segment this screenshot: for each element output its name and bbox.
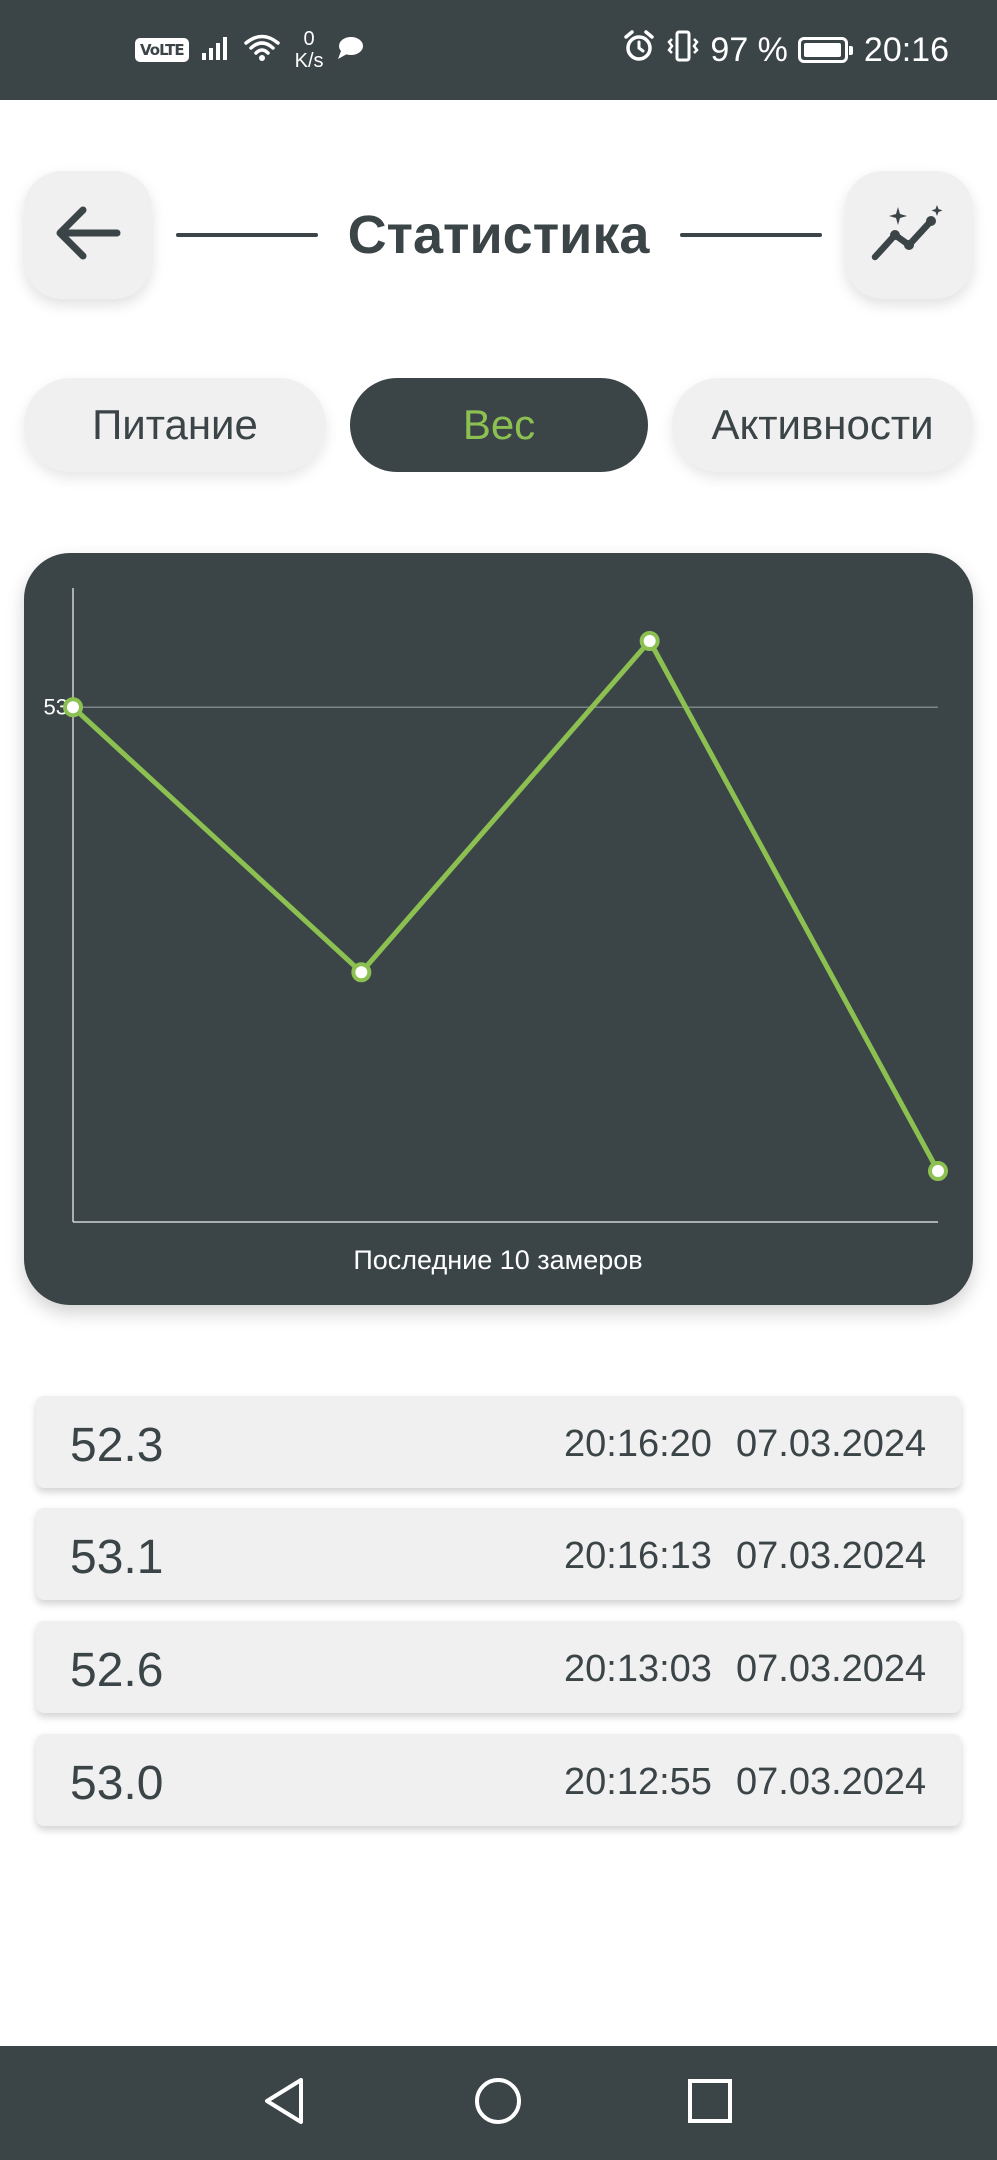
weight-record-row[interactable]: 53.0 20:12:55 07.03.2024 [36,1734,961,1826]
status-bar-right: 97 % 20:16 [622,0,949,100]
record-time: 20:16:20 [564,1423,712,1465]
record-weight: 52.6 [70,1644,164,1697]
weight-chart: 53 Последние 10 замеров [44,588,948,1275]
record-weight: 52.3 [70,1419,164,1472]
title-divider-left [176,233,318,237]
record-date: 07.03.2024 [736,1423,927,1465]
data-point[interactable] [63,697,83,718]
data-point[interactable] [639,631,660,651]
data-point[interactable] [928,1161,948,1181]
weight-chart-card: 53 Последние 10 замеров [24,553,973,1305]
tab-weight[interactable]: Вес [350,378,648,472]
title-divider-right [680,233,822,237]
record-date: 07.03.2024 [736,1761,927,1803]
net-speed-unit: K/s [294,50,324,72]
signal-icon [201,35,231,66]
wifi-icon [243,33,281,68]
record-weight: 53.1 [70,1531,164,1584]
arrow-left-icon [55,205,121,266]
record-time: 20:13:03 [564,1648,712,1690]
weight-series-line [71,638,941,1173]
alarm-icon [622,29,656,72]
back-button[interactable] [24,171,152,299]
data-point[interactable] [351,962,372,983]
nav-recents-square-icon [687,2078,733,2129]
weight-record-row[interactable]: 53.1 20:16:13 07.03.2024 [36,1508,961,1600]
record-weight: 53.0 [70,1757,164,1810]
weight-record-row[interactable]: 52.3 20:16:20 07.03.2024 [36,1396,961,1488]
record-date: 07.03.2024 [736,1648,927,1690]
analytics-button[interactable] [845,171,973,299]
battery-percent: 97 % [710,30,788,69]
page-title: Статистика [347,205,650,265]
system-nav-bar [0,2046,997,2160]
status-bar-left: VoLTE 0 K/s [135,0,364,100]
nav-recents-button[interactable] [680,2073,740,2133]
status-time: 20:16 [863,30,949,69]
tab-nutrition[interactable]: Питание [24,378,326,472]
record-date: 07.03.2024 [736,1535,927,1577]
x-axis-label: Последние 10 замеров [353,1245,642,1275]
status-bar: VoLTE 0 K/s 97 % 20:16 [0,0,997,100]
record-time: 20:12:55 [564,1761,712,1803]
battery-icon [797,37,853,63]
record-time: 20:16:13 [564,1535,712,1577]
battery-level [803,43,841,57]
message-icon [336,35,364,66]
nav-back-button[interactable] [254,2073,314,2133]
nav-home-circle-icon [473,2076,523,2131]
sparkle-chart-icon [871,203,947,268]
nav-home-button[interactable] [468,2073,528,2133]
tab-activities[interactable]: Активности [672,378,973,472]
nav-back-triangle-icon [261,2076,307,2131]
vibrate-icon [666,29,700,72]
weight-record-row[interactable]: 52.6 20:13:03 07.03.2024 [36,1621,961,1713]
net-speed-value: 0 [303,28,315,50]
volte-icon: VoLTE [135,38,189,62]
net-speed: 0 K/s [295,28,324,72]
